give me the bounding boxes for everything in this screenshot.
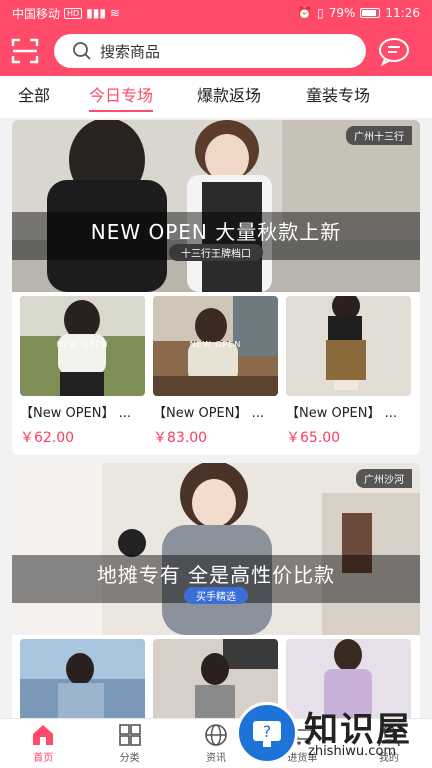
battery-label: 79% <box>328 6 356 20</box>
globe-icon <box>205 724 227 746</box>
signal-icon: ▮▮▮ <box>86 6 107 20</box>
header: 搜索商品 <box>0 26 432 76</box>
product-overlay-text: NEW OPEN <box>56 340 109 349</box>
product-price: ￥65.00 <box>286 430 341 446</box>
product-card[interactable]: NEW OPEN 【New OPEN】 ... ￥62.00 <box>20 296 145 447</box>
banner-image <box>12 120 420 292</box>
product-image: NEW OPEN <box>153 296 278 396</box>
alarm-icon: ⏰ <box>297 6 313 20</box>
vibrate-icon: ▯ <box>317 6 324 20</box>
banner-title: NEW OPEN 大量秋款上新 <box>90 220 342 244</box>
product-price: ￥62.00 <box>20 430 75 446</box>
product-name: 【New OPEN】 ... <box>286 406 398 421</box>
section-banner[interactable]: 广州沙河 地摊专有 全是高性价比款 买手精选 <box>12 463 420 635</box>
banner-image <box>12 463 420 635</box>
product-name: 【New OPEN】 ... <box>20 406 132 421</box>
time-label: 11:26 <box>385 6 420 20</box>
product-name: 【New OPEN】 ... <box>153 406 265 421</box>
tabbar-label: 首页 <box>33 753 54 764</box>
wifi-icon: ≋ <box>110 6 121 20</box>
tab-hot-return[interactable]: 爆款返场 <box>197 76 261 118</box>
category-tabs: 全部 今日专场 爆款返场 童装专场 <box>0 76 432 118</box>
banner-subtitle: 买手精选 <box>184 587 248 604</box>
message-button[interactable] <box>376 33 412 69</box>
section-banner[interactable]: 广州十三行 NEW OPEN 大量秋款上新 十三行王牌档口 <box>12 120 420 292</box>
search-icon <box>73 42 91 60</box>
product-price: ￥83.00 <box>153 430 208 446</box>
chat-icon <box>379 38 409 66</box>
product-image <box>286 296 411 396</box>
product-image: NEW OPEN <box>20 296 145 396</box>
location-tag: 广州沙河 <box>356 469 412 488</box>
search-input[interactable]: 搜索商品 <box>54 34 366 68</box>
product-card[interactable] <box>20 639 145 718</box>
banner-subtitle: 十三行王牌档口 <box>169 244 263 261</box>
tab-all[interactable]: 全部 <box>18 76 50 118</box>
scan-icon <box>11 38 39 64</box>
tabbar-label: 资讯 <box>206 753 227 764</box>
home-icon <box>33 725 54 745</box>
feed: 广州十三行 NEW OPEN 大量秋款上新 十三行王牌档口 NEW OPEN 【… <box>0 118 432 718</box>
tabbar-home[interactable]: 首页 <box>0 719 86 768</box>
watermark: ? 知识屋 zhishiwu.com <box>232 700 432 768</box>
location-tag: 广州十三行 <box>346 126 412 145</box>
section-card: 广州十三行 NEW OPEN 大量秋款上新 十三行王牌档口 NEW OPEN 【… <box>12 120 420 455</box>
tab-today-special[interactable]: 今日专场 <box>89 76 154 118</box>
tabbar-label: 分类 <box>119 753 140 764</box>
tab-kids[interactable]: 童装专场 <box>306 76 370 118</box>
watermark-url: zhishiwu.com <box>308 744 397 759</box>
tabbar-category[interactable]: 分类 <box>86 719 172 768</box>
status-bar: 中国移动 HD ▮▮▮ ≋ ⏰ ▯ 79% 11:26 <box>0 0 432 26</box>
product-card[interactable]: 【New OPEN】 ... ￥65.00 <box>286 296 411 447</box>
product-card[interactable]: NEW OPEN 【New OPEN】 ... ￥83.00 <box>153 296 278 447</box>
banner-title: 地摊专有 全是高性价比款 <box>96 563 336 587</box>
section-card: 广州沙河 地摊专有 全是高性价比款 买手精选 <box>12 463 420 718</box>
product-row: NEW OPEN 【New OPEN】 ... ￥62.00 NEW OPEN <box>12 292 420 455</box>
search-placeholder: 搜索商品 <box>100 42 161 61</box>
carrier-label: 中国移动 <box>12 6 61 21</box>
scan-button[interactable] <box>10 36 40 66</box>
hd-badge: HD <box>64 7 83 19</box>
product-overlay-text: NEW OPEN <box>189 340 242 349</box>
battery-icon <box>360 8 381 18</box>
grid-icon <box>118 724 141 746</box>
watermark-logo: ? <box>236 702 298 764</box>
svg-text:?: ? <box>263 722 272 741</box>
product-image <box>20 639 145 718</box>
